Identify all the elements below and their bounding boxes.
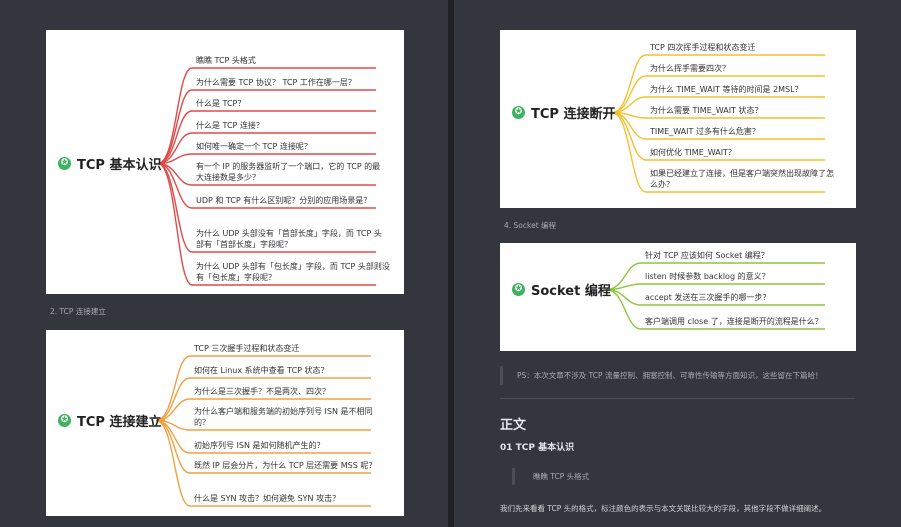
leaf-item: 初始序列号 ISN 是如何随机产生的？ <box>194 441 325 450</box>
ps-note: PS：本次文章不涉及 TCP 流量控制、拥塞控制、可靠性传输等方面知识，这些留在… <box>500 366 860 385</box>
mindmap-center: ✪ Socket 编程 <box>512 280 611 299</box>
leaf-item: 为什么 UDP 头部没有「首部长度」字段，而 TCP 头部有「首部长度」字段呢？ <box>196 229 382 249</box>
section-heading: 正文 <box>500 418 527 433</box>
mindmap-title: TCP 基本认识 <box>77 158 162 173</box>
leaf-item: 针对 TCP 应该如何 Socket 编程？ <box>645 251 769 260</box>
body-paragraph: 我们先来看看 TCP 头的格式，标注颜色的表示与本文关联比较大的字段，其他字段不… <box>500 504 827 513</box>
star-icon: ✪ <box>58 414 71 427</box>
mindmap-tcp-close: ✪ TCP 连接断开 TCP 四次挥手过程和状态变迁 为什么挥手需要四次？ 为什… <box>500 30 856 208</box>
star-icon: ✪ <box>512 283 525 296</box>
leaf-item: 为什么挥手需要四次？ <box>650 64 730 73</box>
leaf-item: 如何优化 TIME_WAIT？ <box>650 148 736 157</box>
leaf-item: TCP 三次握手过程和状态变迁 <box>194 344 300 353</box>
branch-line <box>605 283 825 291</box>
mindmap-title: Socket 编程 <box>531 284 611 299</box>
mindmap-title: TCP 连接断开 <box>531 107 616 122</box>
branch-line <box>157 110 376 165</box>
leaf-item: 客户端调用 close 了，连接是断开的流程是什么？ <box>645 317 823 326</box>
leaf-item: 什么是 SYN 攻击？如何避免 SYN 攻击？ <box>194 494 341 503</box>
mindmap-title: TCP 连接建立 <box>77 415 162 430</box>
leaf-item: 如何唯一确定一个 TCP 连接呢？ <box>196 142 312 151</box>
right-page: ✪ TCP 连接断开 TCP 四次挥手过程和状态变迁 为什么挥手需要四次？ 为什… <box>454 0 901 527</box>
leaf-item: UDP 和 TCP 有什么区别呢？分别的应用场景是？ <box>196 196 372 205</box>
leaf-item: 既然 IP 层会分片，为什么 TCP 层还需要 MSS 呢？ <box>194 461 377 470</box>
leaf-item: 如果已经建立了连接，但是客户端突然出现故障了怎么办？ <box>650 169 834 189</box>
leaf-item: 如何在 Linux 系统中查看 TCP 状态？ <box>194 366 329 375</box>
leaf-item: 为什么 TIME_WAIT 等待的时间是 2MSL？ <box>650 85 803 94</box>
star-icon: ✪ <box>512 106 525 119</box>
leaf-item: 为什么是三次握手？不是两次、四次？ <box>194 387 330 396</box>
subsection-heading: 01 TCP 基本认识 <box>500 443 575 453</box>
leaf-item: TIME_WAIT 过多有什么危害？ <box>650 127 760 136</box>
quote-block: 瞧瞧 TCP 头格式 <box>512 468 589 485</box>
section-caption: 2. TCP 连接建立 <box>50 307 106 316</box>
mindmap-tcp-basic: ✪ TCP 基本认识 瞧瞧 TCP 头格式 为什么需要 TCP 协议？ TCP … <box>46 30 404 294</box>
leaf-item: 有一个 IP 的服务器监听了一个端口，它的 TCP 的最大连接数是多少？ <box>196 162 381 182</box>
star-icon: ✪ <box>58 157 71 170</box>
leaf-item: 为什么客户端和服务端的初始序列号 ISN 是不相同的？ <box>194 407 373 427</box>
mindmap-center: ✪ TCP 基本认识 <box>58 154 161 173</box>
leaf-item: 瞧瞧 TCP 头格式 <box>196 56 256 65</box>
mindmap-center: ✪ TCP 连接建立 <box>58 411 161 430</box>
leaf-item: 什么是 TCP？ <box>196 99 246 108</box>
left-page: ✪ TCP 基本认识 瞧瞧 TCP 头格式 为什么需要 TCP 协议？ TCP … <box>0 0 448 527</box>
section-caption: 4. Socket 编程 <box>504 221 557 230</box>
mindmap-tcp-establish: ✪ TCP 连接建立 TCP 三次握手过程和状态变迁 如何在 Linux 系统中… <box>46 330 404 516</box>
leaf-item: 为什么需要 TCP 协议？ TCP 工作在哪一层？ <box>196 78 356 87</box>
mindmap-center: ✪ TCP 连接断开 <box>512 103 615 122</box>
leaf-item: 为什么需要 TIME_WAIT 状态？ <box>650 106 763 115</box>
leaf-item: TCP 四次挥手过程和状态变迁 <box>650 43 756 52</box>
mindmap-socket: ✪ Socket 编程 针对 TCP 应该如何 Socket 编程？ liste… <box>500 243 856 351</box>
divider <box>500 398 855 399</box>
leaf-item: 为什么 UDP 头部有「包长度」字段，而 TCP 头部则没有「包长度」字段呢？ <box>196 262 390 282</box>
leaf-item: listen 时候参数 backlog 的意义？ <box>645 272 770 281</box>
leaf-item: 什么是 TCP 连接？ <box>196 121 264 130</box>
leaf-item: accept 发送在三次握手的哪一步？ <box>645 293 771 302</box>
